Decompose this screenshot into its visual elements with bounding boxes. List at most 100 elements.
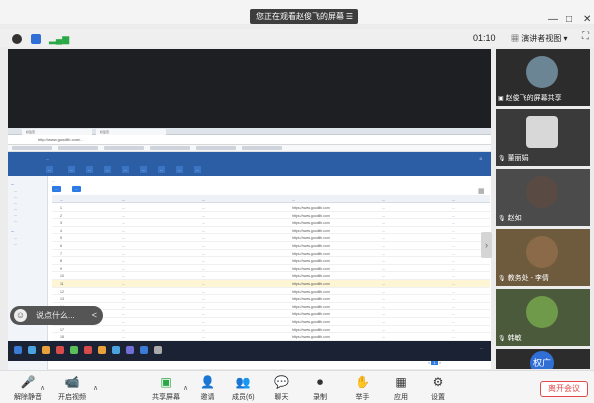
collapse-panel-button[interactable]: › [481, 232, 492, 258]
app-icon[interactable] [42, 346, 50, 354]
sidebar-section[interactable]: ... [11, 228, 14, 233]
sidebar-item[interactable]: ... [14, 194, 17, 199]
row-action-link[interactable]: ... [452, 206, 455, 210]
app-icon[interactable] [154, 346, 162, 354]
row-action-link[interactable]: ... [452, 236, 455, 240]
sidebar-section[interactable]: ... [11, 181, 14, 186]
nav-tab[interactable]: ... [104, 166, 112, 173]
nav-tab[interactable]: ... [140, 166, 148, 173]
record-button[interactable]: ⏺ 录制 [313, 375, 327, 402]
row-action-link[interactable]: ... [452, 259, 455, 263]
bookmark[interactable] [104, 146, 144, 150]
minimize-button[interactable]: — [548, 14, 558, 25]
table-row[interactable]: 12...... https://www.goodlib.com...... [52, 288, 490, 296]
emoji-icon[interactable]: ☺ [14, 309, 27, 322]
app-icon[interactable] [126, 346, 134, 354]
list-icon[interactable]: ☰ [346, 9, 353, 24]
bookmark[interactable] [150, 146, 190, 150]
table-row[interactable]: 7...... https://www.goodlib.com...... [52, 250, 490, 258]
grid-view-icon[interactable]: ▦ [478, 187, 485, 195]
table-row[interactable]: 8...... https://www.goodlib.com...... [52, 257, 490, 265]
row-action-link[interactable]: ... [452, 274, 455, 278]
participant-tile[interactable]: 权广 [496, 349, 590, 369]
row-action-link[interactable]: ... [452, 320, 455, 324]
chat-button[interactable]: 💬 聊天 [274, 375, 289, 402]
share-screen-button[interactable]: ▣ 共享屏幕 [152, 375, 180, 402]
column-header[interactable]: ... [382, 197, 385, 202]
row-action-link[interactable]: ... [452, 214, 455, 218]
column-header[interactable]: ... [292, 197, 295, 202]
table-row[interactable]: 3...... https://www.goodlib.com...... [52, 219, 490, 227]
app-icon[interactable] [112, 346, 120, 354]
row-action-link[interactable]: ... [452, 312, 455, 316]
table-row[interactable]: 2...... https://www.goodlib.com...... [52, 212, 490, 220]
nav-tab[interactable]: ... [46, 166, 54, 173]
participant-tile[interactable]: 🎙 赵如 [496, 169, 590, 226]
table-row[interactable]: 9...... https://www.goodlib.com...... [52, 265, 490, 273]
fullscreen-icon[interactable]: ⛶ [582, 31, 589, 42]
table-row[interactable]: 14......https://www.goodlib.com...... [52, 303, 490, 311]
nav-tab[interactable]: ... [122, 166, 130, 173]
row-action-link[interactable]: ... [452, 328, 455, 332]
chevron-up-icon[interactable]: ∧ [183, 384, 188, 392]
nav-tab[interactable]: ... [176, 166, 184, 173]
user-menu[interactable]: ☺ [479, 156, 483, 161]
participant-tile[interactable]: ▣ 赵俊飞的屏幕共享 [496, 49, 590, 106]
table-row[interactable]: 4...... https://www.goodlib.com...... [52, 227, 490, 235]
row-action-link[interactable]: ... [452, 229, 455, 233]
table-row[interactable]: 13...... https://www.goodlib.com...... [52, 295, 490, 303]
table-row[interactable]: 18...... https://www.goodlib.com...... [52, 333, 490, 341]
app-icon[interactable] [84, 346, 92, 354]
info-icon[interactable] [12, 34, 22, 44]
browser-tab[interactable]: 标签页 [96, 129, 166, 135]
maximize-button[interactable]: □ [566, 14, 572, 25]
app-icon[interactable] [98, 346, 106, 354]
row-action-link[interactable]: ... [452, 290, 455, 294]
raise-hand-button[interactable]: ✋ 举手 [355, 375, 370, 402]
table-row[interactable]: 11...... https://www.goodlib.com...... [52, 280, 490, 288]
bookmark[interactable] [12, 146, 52, 150]
app-icon[interactable] [56, 346, 64, 354]
unmute-button[interactable]: 🎤 解除静音 [14, 375, 42, 402]
row-action-link[interactable]: ... [452, 335, 455, 339]
column-header[interactable]: ... [202, 197, 205, 202]
sidebar-item[interactable]: ... [14, 188, 17, 193]
leave-meeting-button[interactable]: 离开会议 [540, 381, 588, 397]
members-button[interactable]: 👥 成员(6) [232, 375, 255, 402]
sidebar-item[interactable]: ... [14, 200, 17, 205]
bookmark[interactable] [58, 146, 98, 150]
table-row[interactable]: 15......https://www.goodlib.com...... [52, 310, 490, 318]
column-header[interactable]: ... [60, 197, 63, 202]
row-action-link[interactable]: ... [452, 252, 455, 256]
app-icon[interactable] [140, 346, 148, 354]
view-mode-dropdown[interactable]: ▦ 演讲者视图 ▾ [511, 33, 567, 44]
browser-tab[interactable]: 标签页 [22, 129, 92, 135]
row-action-link[interactable]: ... [452, 244, 455, 248]
chevron-up-icon[interactable]: ∧ [93, 384, 98, 392]
table-row[interactable]: 10...... https://www.goodlib.com...... [52, 272, 490, 280]
bookmark[interactable] [242, 146, 282, 150]
chat-input-pill[interactable]: ☺ 说点什么... < [10, 306, 103, 325]
table-row[interactable]: 1...... https://www.goodlib.com...... [52, 204, 490, 212]
table-row[interactable]: 17...... https://www.goodlib.com...... [52, 326, 490, 334]
table-row[interactable]: 16......https://www.goodlib.com...... [52, 318, 490, 326]
start-video-button[interactable]: 📹 开启视频 [58, 375, 86, 402]
nav-tab[interactable]: ... [194, 166, 202, 173]
row-action-link[interactable]: ... [452, 305, 455, 309]
collapse-chat-icon[interactable]: < [92, 306, 97, 325]
participant-tile[interactable]: 🎙 董丽娟 [496, 109, 590, 166]
participant-tile[interactable]: 🎙 教务处 - 李倩 [496, 229, 590, 286]
nav-tab[interactable]: ... [86, 166, 94, 173]
table-row[interactable]: 6...... https://www.goodlib.com...... [52, 242, 490, 250]
nav-tab[interactable]: ... [68, 166, 76, 173]
row-action-link[interactable]: ... [452, 282, 455, 286]
chevron-up-icon[interactable]: ∧ [40, 384, 45, 392]
add-button[interactable]: ... [52, 186, 62, 192]
invite-button[interactable]: 👤 邀请 [200, 375, 215, 402]
row-action-link[interactable]: ... [452, 267, 455, 271]
bookmark[interactable] [196, 146, 236, 150]
nav-tab[interactable]: ... [158, 166, 166, 173]
row-action-link[interactable]: ... [452, 221, 455, 225]
settings-button[interactable]: ⚙ 设置 [431, 375, 445, 402]
column-header[interactable]: ... [452, 197, 455, 202]
